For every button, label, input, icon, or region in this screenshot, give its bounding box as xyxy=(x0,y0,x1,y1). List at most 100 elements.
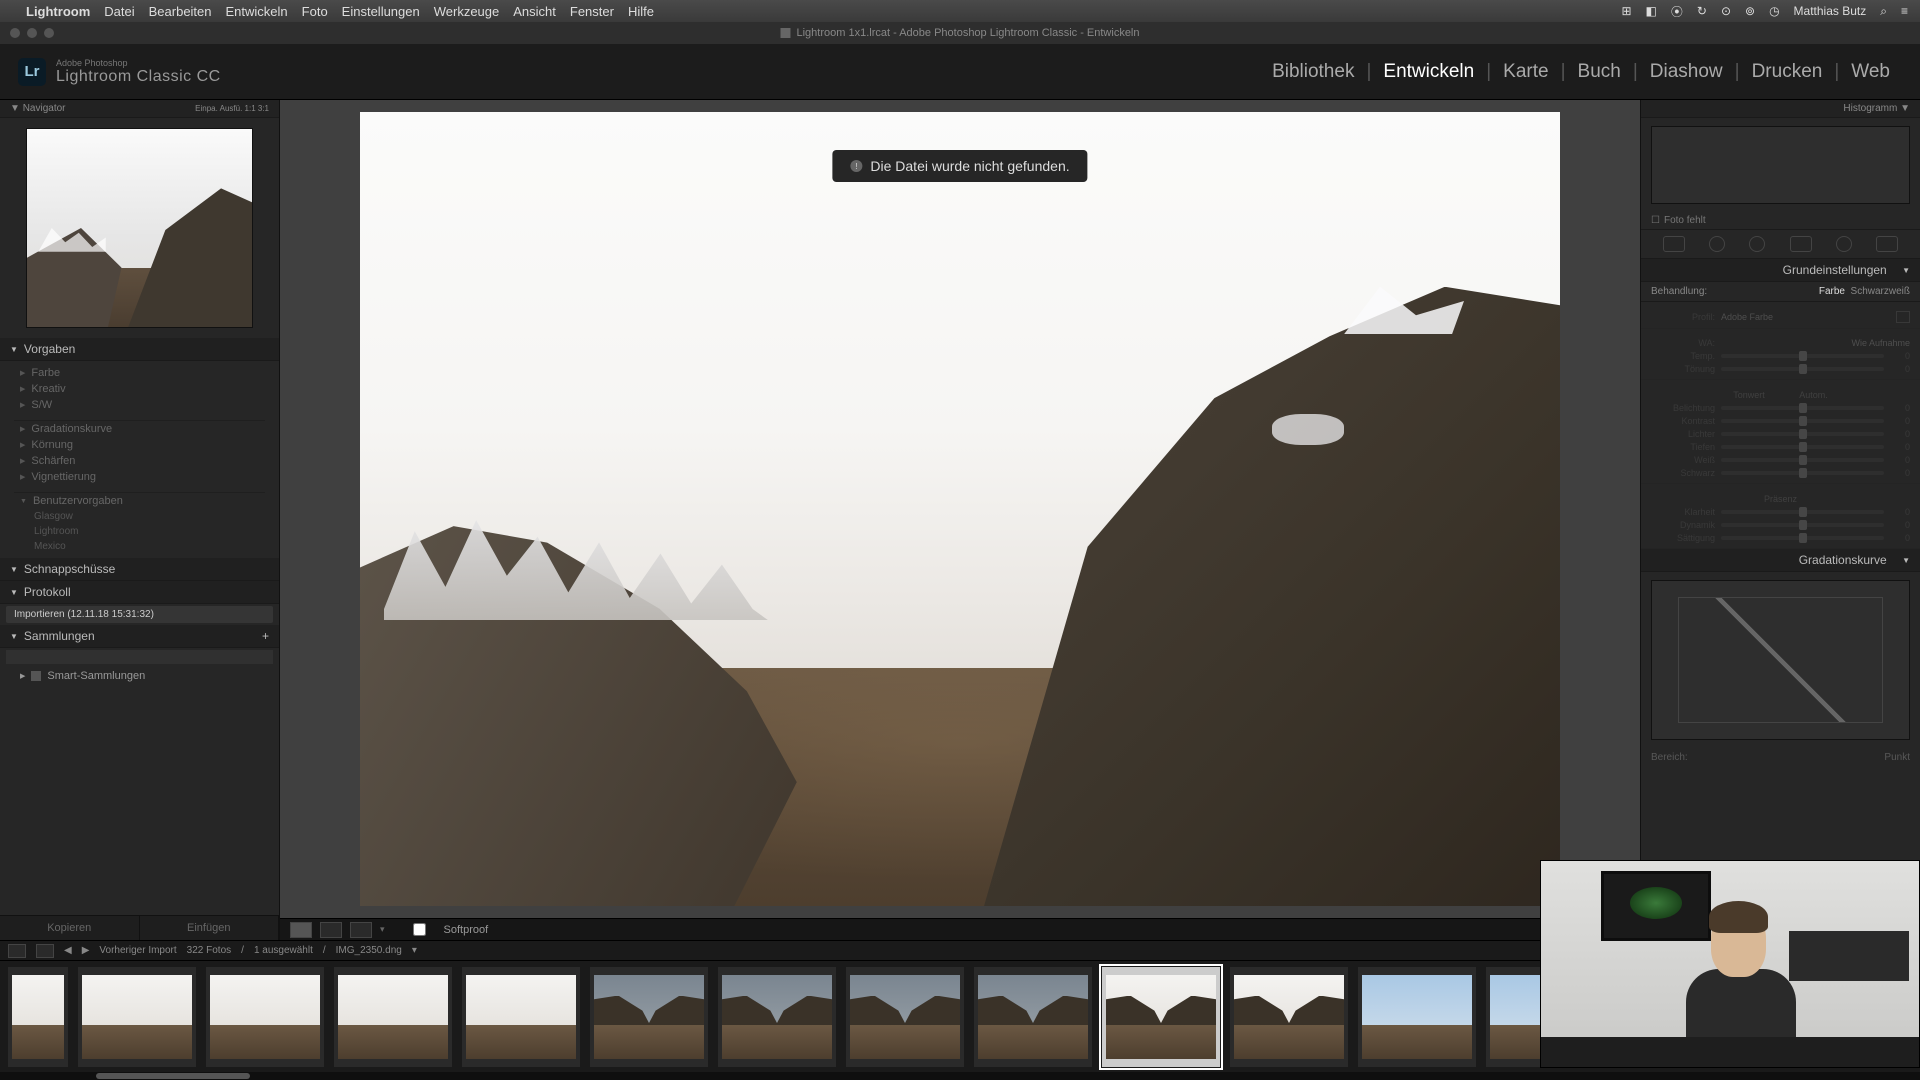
module-bibliothek[interactable]: Bibliothek xyxy=(1260,61,1366,83)
thumbnail[interactable] xyxy=(1358,967,1476,1067)
presets-header[interactable]: ▼Vorgaben xyxy=(0,338,279,361)
module-karte[interactable]: Karte xyxy=(1491,61,1560,83)
main-photo[interactable]: ! Die Datei wurde nicht gefunden. xyxy=(360,112,1560,906)
navigator-preview[interactable] xyxy=(26,128,253,328)
second-window-button[interactable] xyxy=(8,944,26,958)
preset-item[interactable]: Lightroom xyxy=(0,524,279,539)
preset-group[interactable]: ▶Kreativ xyxy=(0,381,279,397)
histogram-header[interactable]: Histogramm ▼ xyxy=(1641,100,1920,118)
smart-collections[interactable]: ▶Smart-Sammlungen xyxy=(0,666,279,686)
status-icon[interactable]: ⊞ xyxy=(1621,4,1631,18)
menu-icon[interactable]: ≡ xyxy=(1901,4,1908,18)
blacks-slider[interactable] xyxy=(1721,471,1884,475)
module-web[interactable]: Web xyxy=(1839,61,1902,83)
profile-value[interactable]: Adobe Farbe xyxy=(1721,312,1896,322)
preset-user-group[interactable]: ▼Benutzervorgaben xyxy=(0,493,279,509)
clarity-slider[interactable] xyxy=(1721,510,1884,514)
preset-item[interactable]: Glasgow xyxy=(0,509,279,524)
menu-foto[interactable]: Foto xyxy=(302,4,328,19)
wifi-icon[interactable]: ⊚ xyxy=(1745,4,1755,18)
menubar-app-name[interactable]: Lightroom xyxy=(26,4,90,19)
basic-header[interactable]: Grundeinstellungen ▼ xyxy=(1641,259,1920,282)
filmstrip-source[interactable]: Vorheriger Import xyxy=(99,945,176,956)
radial-tool[interactable] xyxy=(1836,236,1852,252)
back-icon[interactable]: ◀ xyxy=(64,945,72,956)
curve-header[interactable]: Gradationskurve ▼ xyxy=(1641,549,1920,572)
menu-bearbeiten[interactable]: Bearbeiten xyxy=(149,4,212,19)
menu-fenster[interactable]: Fenster xyxy=(570,4,614,19)
module-drucken[interactable]: Drucken xyxy=(1740,61,1835,83)
menu-datei[interactable]: Datei xyxy=(104,4,134,19)
preset-group[interactable]: ▶Farbe xyxy=(0,365,279,381)
tint-slider[interactable] xyxy=(1721,367,1884,371)
exposure-slider[interactable] xyxy=(1721,406,1884,410)
treatment-color[interactable]: Farbe xyxy=(1819,286,1845,297)
brush-tool[interactable] xyxy=(1876,236,1898,252)
history-header[interactable]: ▼Protokoll xyxy=(0,581,279,604)
thumbnail[interactable] xyxy=(974,967,1092,1067)
status-icon[interactable]: ⦿ xyxy=(1671,3,1683,20)
saturation-slider[interactable] xyxy=(1721,536,1884,540)
vibrance-slider[interactable] xyxy=(1721,523,1884,527)
contrast-slider[interactable] xyxy=(1721,419,1884,423)
preset-group[interactable]: ▶Gradationskurve xyxy=(0,421,279,437)
preset-group[interactable]: ▶Schärfen xyxy=(0,453,279,469)
status-icon[interactable]: ↻ xyxy=(1697,4,1707,18)
profile-browser-icon[interactable] xyxy=(1896,311,1910,323)
preset-group[interactable]: ▶S/W xyxy=(0,397,279,413)
minimize-button[interactable] xyxy=(27,28,37,38)
redeye-tool[interactable] xyxy=(1749,236,1765,252)
preset-group[interactable]: ▶Vignettierung xyxy=(0,469,279,485)
clock-icon[interactable]: ◷ xyxy=(1769,4,1779,18)
treatment-bw[interactable]: Schwarzweiß xyxy=(1851,286,1910,297)
navigator-header[interactable]: ▼ Navigator Einpa. Ausfü. 1:1 3:1 xyxy=(0,100,279,118)
auto-button[interactable]: Autom. xyxy=(1799,390,1828,400)
thumbnail[interactable] xyxy=(590,967,708,1067)
close-button[interactable] xyxy=(10,28,20,38)
thumbnail[interactable] xyxy=(718,967,836,1067)
copy-button[interactable]: Kopieren xyxy=(0,916,140,940)
menu-einstellungen[interactable]: Einstellungen xyxy=(342,4,420,19)
tone-curve[interactable] xyxy=(1651,580,1910,740)
user-name[interactable]: Matthias Butz xyxy=(1794,4,1867,18)
forward-icon[interactable]: ▶ xyxy=(82,945,90,956)
preset-group[interactable]: ▶Körnung xyxy=(0,437,279,453)
filmstrip-scrollbar[interactable] xyxy=(0,1072,1920,1080)
thumbnail-selected[interactable] xyxy=(1102,967,1220,1067)
before-after-lr-button[interactable] xyxy=(320,922,342,938)
histogram[interactable] xyxy=(1651,126,1910,204)
menu-ansicht[interactable]: Ansicht xyxy=(513,4,556,19)
curve-point-button[interactable]: Punkt xyxy=(1884,752,1910,763)
temp-slider[interactable] xyxy=(1721,354,1884,358)
before-after-tb-button[interactable] xyxy=(350,922,372,938)
search-icon[interactable]: ⌕ xyxy=(1880,4,1887,19)
collection-filter[interactable] xyxy=(6,650,273,664)
thumbnail[interactable] xyxy=(8,967,68,1067)
module-buch[interactable]: Buch xyxy=(1566,61,1633,83)
thumbnail[interactable] xyxy=(1230,967,1348,1067)
menu-hilfe[interactable]: Hilfe xyxy=(628,4,654,19)
status-icon[interactable]: ⊙ xyxy=(1721,4,1731,18)
whites-slider[interactable] xyxy=(1721,458,1884,462)
spot-tool[interactable] xyxy=(1709,236,1725,252)
menu-werkzeuge[interactable]: Werkzeuge xyxy=(434,4,500,19)
thumbnail[interactable] xyxy=(846,967,964,1067)
zoom-button[interactable] xyxy=(44,28,54,38)
preset-item[interactable]: Mexico xyxy=(0,539,279,554)
paste-button[interactable]: Einfügen xyxy=(140,916,280,940)
wb-value[interactable]: Wie Aufnahme xyxy=(1721,338,1910,348)
collections-header[interactable]: ▼Sammlungen+ xyxy=(0,625,279,648)
crop-tool[interactable] xyxy=(1663,236,1685,252)
highlights-slider[interactable] xyxy=(1721,432,1884,436)
shadows-slider[interactable] xyxy=(1721,445,1884,449)
status-icon[interactable]: ◧ xyxy=(1646,4,1657,18)
gradient-tool[interactable] xyxy=(1790,236,1812,252)
module-entwickeln[interactable]: Entwickeln xyxy=(1371,61,1486,83)
thumbnail[interactable] xyxy=(462,967,580,1067)
snapshots-header[interactable]: ▼Schnappschüsse xyxy=(0,558,279,581)
thumbnail[interactable] xyxy=(334,967,452,1067)
history-entry[interactable]: Importieren (12.11.18 15:31:32) xyxy=(6,606,273,623)
navigator-modes[interactable]: Einpa. Ausfü. 1:1 3:1 xyxy=(195,104,269,113)
softproof-checkbox[interactable] xyxy=(413,923,426,936)
thumbnail[interactable] xyxy=(206,967,324,1067)
